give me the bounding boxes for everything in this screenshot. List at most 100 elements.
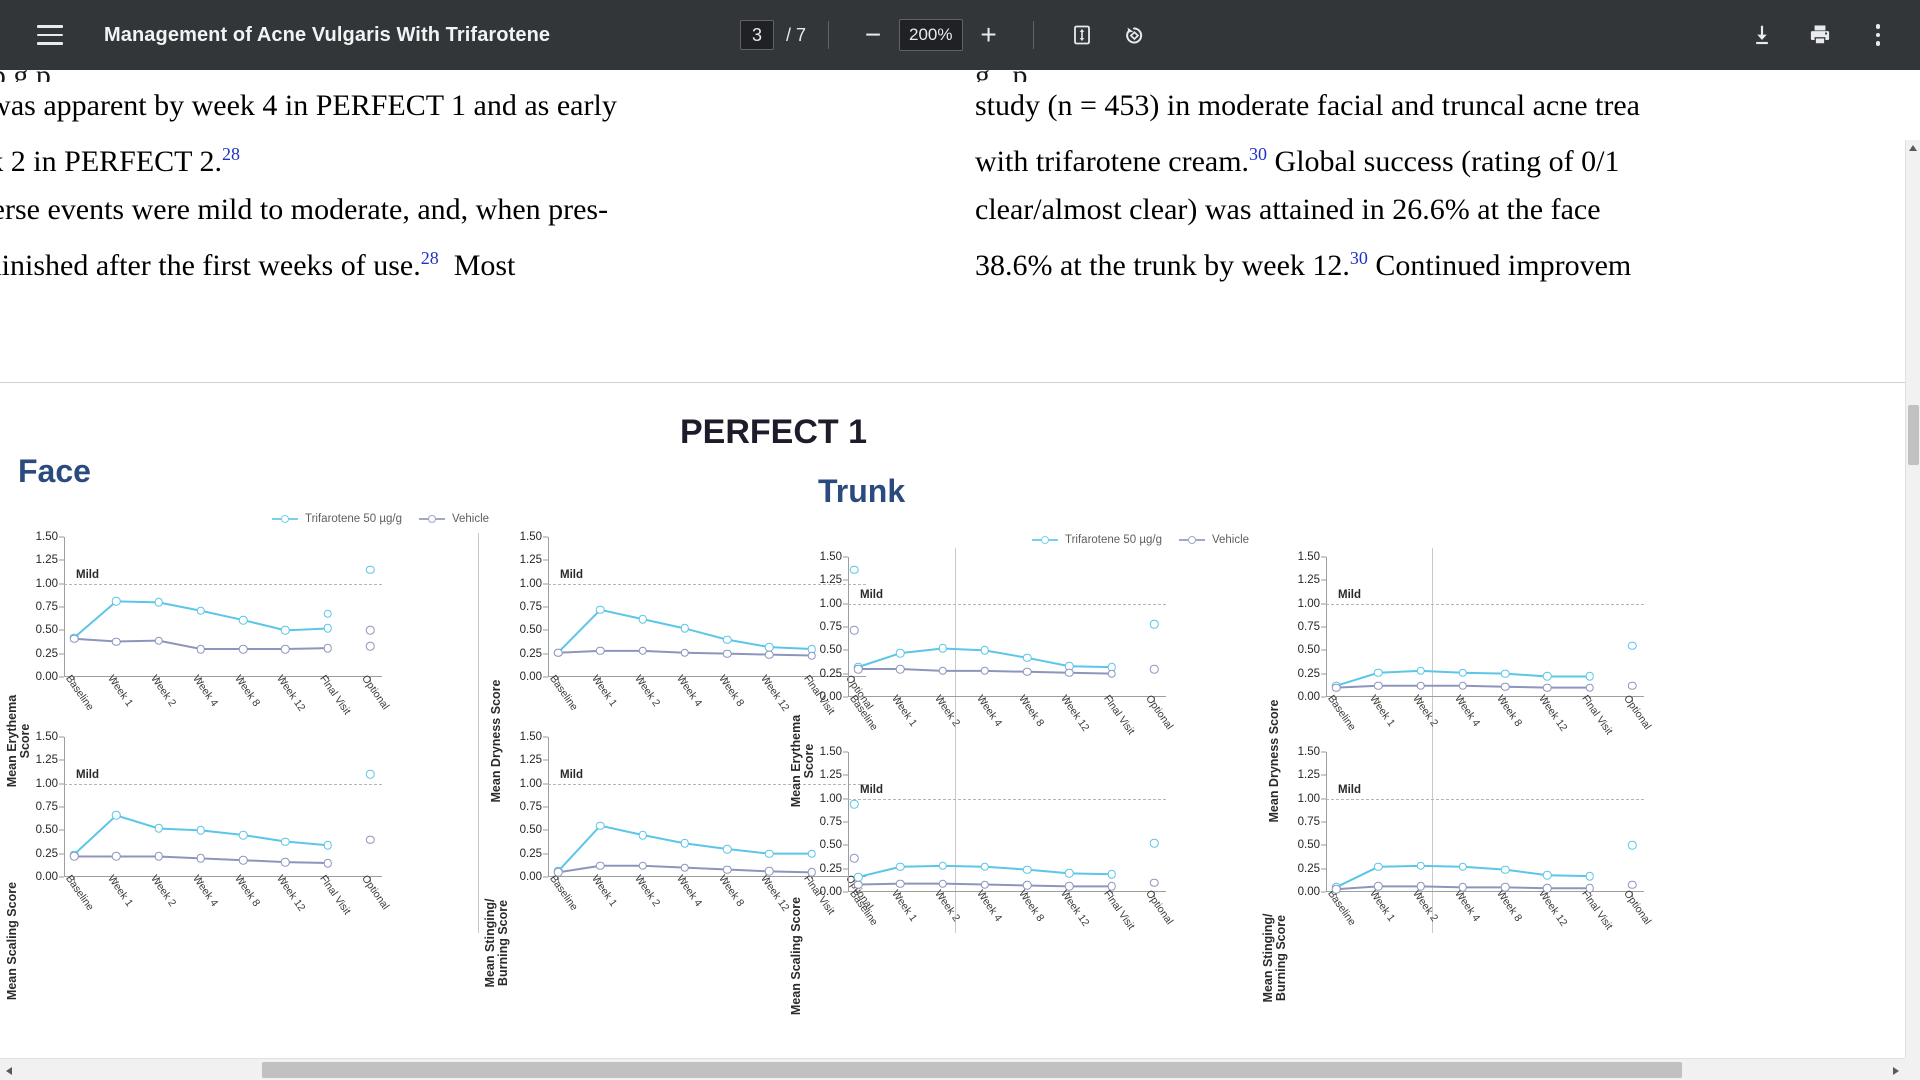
data-point	[596, 821, 605, 830]
text-line: week 2 in PERFECT 2.	[0, 145, 222, 178]
horizontal-scrollbar[interactable]	[0, 1058, 1905, 1080]
y-tick-label: 0.75	[1297, 816, 1320, 828]
horizontal-scrollbar-thumb[interactable]	[262, 1062, 1682, 1078]
text-line: Adverse events were mild to moderate, an…	[0, 193, 609, 226]
text-line: with trifarotene cream.	[975, 145, 1250, 178]
data-point	[365, 641, 375, 651]
vertical-scrollbar-thumb[interactable]	[1908, 405, 1919, 465]
data-point	[1022, 865, 1032, 874]
legend-label-vehicle: Vehicle	[1211, 534, 1250, 546]
data-point	[896, 648, 905, 658]
y-tick-label: 0.00	[35, 671, 58, 683]
page-number-input[interactable]: 3	[740, 20, 774, 50]
y-tick-label: 0.75	[35, 801, 58, 813]
document-title: Management of Acne Vulgaris With Trifaro…	[104, 23, 551, 46]
panel-title-face: Face	[18, 453, 91, 489]
y-axis-title: Mean Scaling Score	[5, 881, 19, 1001]
data-point	[1627, 880, 1637, 889]
data-point	[680, 648, 690, 657]
y-tick-label: 0.75	[519, 601, 542, 613]
data-point	[680, 624, 690, 633]
fit-to-page-icon[interactable]	[1060, 13, 1104, 57]
data-point	[1416, 861, 1425, 871]
x-tick-label: Week 8	[1016, 693, 1047, 729]
data-point	[365, 626, 375, 635]
citation-ref[interactable]: 30	[1350, 248, 1368, 268]
print-icon[interactable]	[1798, 13, 1842, 57]
data-point	[765, 849, 774, 858]
x-tick-label: Week 1	[589, 673, 620, 709]
series-lines	[1335, 669, 1590, 689]
pdf-viewer[interactable]: apy p g p ons was apparent by week 4 in …	[0, 70, 1920, 1080]
data-point	[1458, 883, 1468, 892]
zoom-level-input[interactable]: 200%	[899, 19, 963, 51]
data-point	[1149, 664, 1159, 674]
data-point	[1065, 869, 1074, 878]
rotate-counterclockwise-icon[interactable]	[1112, 13, 1156, 57]
scroll-left-arrow-icon[interactable]	[6, 1067, 12, 1075]
chart-trunk-mean-erythema-score: Mean Erythema Score 0.00 0.25 0.50 0.75 1.00 1…	[789, 551, 1175, 807]
y-tick-label: 0.50	[819, 644, 842, 657]
data-point	[980, 880, 990, 889]
scrollbar-corner	[1905, 1058, 1920, 1080]
scroll-up-arrow-icon[interactable]	[1909, 145, 1917, 151]
x-tick-label: Week 2	[631, 673, 662, 709]
y-tick-label: 1.00	[35, 577, 58, 590]
series-lines	[73, 600, 328, 650]
y-tick-label: 0.25	[519, 847, 542, 860]
x-tick-label: Baseline	[547, 673, 581, 713]
y-tick-label: 1.50	[35, 531, 58, 543]
y-tick-label: 1.25	[35, 754, 58, 767]
y-tick-label: 1.50	[819, 551, 842, 563]
y-tick-label: 0.00	[519, 671, 542, 683]
legend-label-trifarotene: Trifarotene 50 µg/g	[1065, 534, 1162, 546]
chart-face-mean-scaling-score: Mean Scaling Score 0.00 0.25 0.50 0.75 1.00 1.…	[5, 731, 391, 1000]
y-tick-label: 0.00	[819, 886, 842, 898]
y-tick-label: 1.00	[35, 777, 58, 790]
x-tick-label: Week 4	[974, 888, 1005, 924]
data-point	[1585, 884, 1594, 893]
data-point	[112, 597, 121, 606]
citation-ref[interactable]: 30	[1249, 144, 1267, 164]
y-tick-label: 0.00	[1297, 886, 1320, 898]
y-tick-label: 0.25	[35, 847, 58, 860]
vertical-scrollbar[interactable]	[1905, 140, 1920, 1080]
y-tick-label: 0.25	[819, 667, 842, 680]
zoom-out-button[interactable]: −	[851, 13, 895, 57]
more-options-kebab-icon[interactable]	[1856, 13, 1900, 57]
citation-ref[interactable]: 28	[222, 144, 240, 164]
y-tick-label: 1.25	[819, 769, 842, 782]
download-icon[interactable]	[1740, 13, 1784, 57]
x-tick-label: Baseline	[1325, 693, 1359, 733]
x-tick-label: Baseline	[547, 873, 581, 913]
data-point	[1500, 865, 1510, 874]
y-tick-label: 1.00	[519, 577, 542, 590]
data-point	[980, 646, 990, 655]
text-line: study (n = 453) in moderate facial and t…	[975, 89, 1640, 122]
y-tick-label: 1.25	[819, 574, 842, 587]
y-tick-label: 0.50	[35, 824, 58, 837]
y-axis-title: Mean Scaling Score	[789, 896, 803, 1016]
plot-area: 0.00 0.25 0.50 0.75 1.00 1.25 1.50 Mild Baseline…	[36, 531, 392, 717]
x-tick-label: Optional	[1621, 693, 1654, 732]
citation-ref[interactable]: 28	[421, 248, 439, 268]
y-tick-label: 1.50	[519, 531, 542, 543]
hamburger-menu-icon[interactable]	[28, 13, 72, 57]
y-tick-label: 0.00	[35, 871, 58, 883]
data-point	[365, 565, 375, 574]
plot-area: 0.00 0.25 0.50 0.75 1.00 1.25 1.50 Mild Baseline…	[1298, 746, 1654, 932]
data-point	[323, 858, 332, 868]
legend-face: Trifarotene 50 µg/g Vehicle	[272, 513, 499, 525]
x-tick-label: Week 8	[1494, 888, 1525, 924]
y-tick-label: 0.75	[819, 621, 842, 633]
data-point	[722, 844, 732, 854]
x-tick-label: Week 4	[674, 673, 705, 709]
y-tick-label: 1.00	[1297, 597, 1320, 610]
data-point	[1107, 870, 1116, 879]
x-tick-label: Week 12	[1058, 888, 1093, 929]
scroll-right-arrow-icon[interactable]	[1893, 1067, 1899, 1075]
y-tick-label: 0.00	[1297, 691, 1320, 703]
zoom-in-button[interactable]: +	[967, 13, 1011, 57]
data-point	[680, 839, 690, 848]
text-line: clear/almost clear) was attained in 26.6…	[975, 193, 1601, 226]
